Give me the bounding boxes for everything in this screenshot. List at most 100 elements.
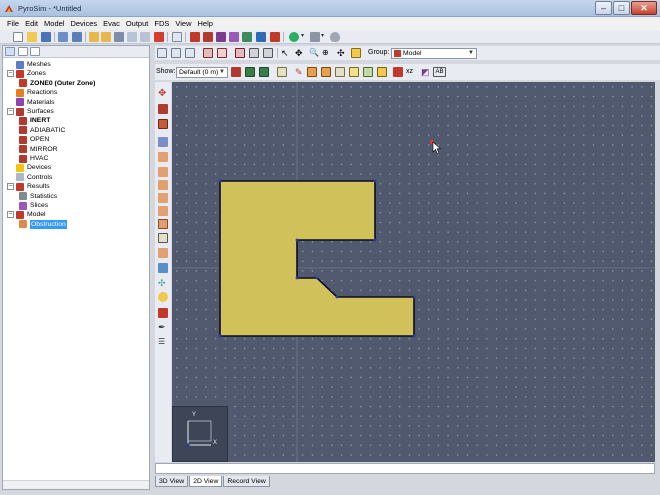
render-solid-icon[interactable] <box>203 48 213 58</box>
mesh-display-icon[interactable] <box>231 67 241 77</box>
select-pointer-icon[interactable]: ↖ <box>281 48 291 58</box>
expand-all-icon[interactable] <box>30 47 40 56</box>
collapse-toggle-icon[interactable]: – <box>7 211 14 219</box>
menu-file[interactable]: File <box>4 17 22 30</box>
tree-node-mirror[interactable]: MIRROR <box>19 145 58 154</box>
menu-help[interactable]: Help <box>194 17 215 30</box>
fire-tool-icon[interactable] <box>158 308 168 318</box>
mesh-tool-icon[interactable] <box>158 137 168 147</box>
collapse-toggle-icon[interactable]: – <box>7 70 14 78</box>
label-toggle-button[interactable]: AB <box>433 67 446 77</box>
redo-icon[interactable] <box>101 32 111 42</box>
tab-record-view[interactable]: Record View <box>223 476 270 487</box>
maximize-button[interactable]: □ <box>613 1 630 15</box>
tree-node-zones[interactable]: – Zones <box>7 69 46 78</box>
minimize-button[interactable]: – <box>595 1 612 15</box>
menu-evac[interactable]: Evac <box>100 17 123 30</box>
pipette-icon[interactable]: ✒ <box>158 322 168 332</box>
image-display-icon[interactable] <box>259 67 269 77</box>
draw-vent-icon[interactable] <box>363 67 373 77</box>
tree-node-results[interactable]: – Results <box>7 182 50 191</box>
results-tool-icon[interactable] <box>270 32 280 42</box>
menu-fds[interactable]: FDS <box>151 17 172 30</box>
hole-tool-icon[interactable] <box>158 219 168 229</box>
device-tool-icon[interactable] <box>242 32 252 42</box>
show-select[interactable]: Default (0 m) ▼ <box>176 67 228 78</box>
tree-node-open[interactable]: OPEN <box>19 135 49 144</box>
menu-output[interactable]: Output <box>123 17 152 30</box>
render-wireframe-icon[interactable] <box>249 48 259 58</box>
undo-icon[interactable] <box>89 32 99 42</box>
extrude-tool-icon[interactable] <box>158 206 168 216</box>
rotate-icon[interactable] <box>158 104 168 114</box>
slice-tool-icon[interactable] <box>256 32 266 42</box>
fire-icon[interactable] <box>190 32 200 42</box>
tree-node-zone0-outer-zone[interactable]: ZONE0 (Outer Zone) <box>19 79 95 88</box>
draw-obstruction-icon[interactable]: ✎ <box>295 67 305 77</box>
roof-tool-icon[interactable] <box>158 248 168 258</box>
delete-icon[interactable] <box>154 32 164 42</box>
render-shaded-icon[interactable] <box>263 48 273 58</box>
open-folder-icon[interactable] <box>27 32 37 42</box>
menu-view[interactable]: View <box>172 17 194 30</box>
copy-icon[interactable] <box>127 32 137 42</box>
tab-3d-view[interactable]: 3D View <box>155 476 189 487</box>
tree-horizontal-scrollbar[interactable] <box>3 480 149 489</box>
slice-plane-xz-icon[interactable]: xz <box>406 67 416 77</box>
pan-icon[interactable]: ✥ <box>295 48 305 58</box>
measure-icon[interactable]: ◩ <box>421 67 431 77</box>
close-button[interactable]: ✕ <box>631 1 657 15</box>
tree-node-hvac[interactable]: HVAC <box>19 154 48 163</box>
command-input[interactable] <box>155 463 655 474</box>
orbit-icon[interactable]: ✣ <box>337 48 347 58</box>
stair-tool-icon[interactable] <box>158 233 168 243</box>
draw-wall-icon[interactable] <box>307 67 317 77</box>
draw-slab-icon[interactable] <box>335 67 345 77</box>
align-icon[interactable]: ☰ <box>158 337 168 347</box>
new-file-icon[interactable] <box>13 32 23 42</box>
obstruction-shape[interactable] <box>219 180 415 337</box>
hvac-tool-icon[interactable]: ✣ <box>158 278 168 288</box>
draw-room-icon[interactable] <box>321 67 331 77</box>
device-tool-icon[interactable] <box>158 292 168 302</box>
tree-node-obstruction[interactable]: Obstruction <box>19 219 67 229</box>
tab-2d-view[interactable]: 2D View <box>189 476 223 487</box>
export-icon[interactable] <box>72 32 82 42</box>
tree-node-model[interactable]: – Model <box>7 210 46 219</box>
draw-device-icon[interactable] <box>377 67 387 77</box>
tree-node-devices[interactable]: Devices <box>7 163 51 172</box>
group-select[interactable]: Model ▼ <box>391 48 477 59</box>
run-icon[interactable] <box>289 32 299 42</box>
move-icon[interactable]: ✥ <box>158 89 168 99</box>
collapse-toggle-icon[interactable]: – <box>7 108 14 115</box>
run-dropdown-chevron-icon[interactable]: ▾ <box>301 32 307 42</box>
properties-icon[interactable] <box>172 32 182 42</box>
tree-node-surfaces[interactable]: – Surfaces <box>7 107 54 116</box>
collapse-all-icon[interactable] <box>18 47 28 56</box>
stop-dropdown-chevron-icon[interactable]: ▾ <box>321 32 327 42</box>
tree-view-toggle-icon[interactable] <box>5 47 15 56</box>
collapse-toggle-icon[interactable]: – <box>7 183 14 191</box>
fit-view-icon[interactable] <box>351 48 361 58</box>
cut-icon[interactable] <box>114 32 124 42</box>
zoom-icon[interactable]: 🔍 <box>309 48 319 58</box>
save-icon[interactable] <box>41 32 51 42</box>
view-side-icon[interactable] <box>185 48 195 58</box>
menu-edit[interactable]: Edit <box>22 17 41 30</box>
view-top-icon[interactable] <box>157 48 167 58</box>
mirror-icon[interactable] <box>158 119 168 129</box>
import-icon[interactable] <box>58 32 68 42</box>
stop-icon[interactable] <box>310 32 320 42</box>
view-front-icon[interactable] <box>171 48 181 58</box>
tree-node-reactions[interactable]: Reactions <box>7 88 57 97</box>
model-viewport-2d[interactable]: Y X <box>172 82 655 462</box>
reaction-tool-icon[interactable] <box>229 32 239 42</box>
slab-tool-icon[interactable] <box>158 193 168 203</box>
surface-tool-icon[interactable] <box>203 32 213 42</box>
vent-tool-icon[interactable] <box>158 263 168 273</box>
zoom-box-icon[interactable]: ⊕ <box>322 48 332 58</box>
draw-mesh-icon[interactable] <box>393 67 403 77</box>
tree-node-adiabatic[interactable]: ADIABATIC <box>19 126 65 135</box>
menu-model[interactable]: Model <box>41 17 67 30</box>
tree-node-statistics[interactable]: Statistics <box>19 192 57 201</box>
